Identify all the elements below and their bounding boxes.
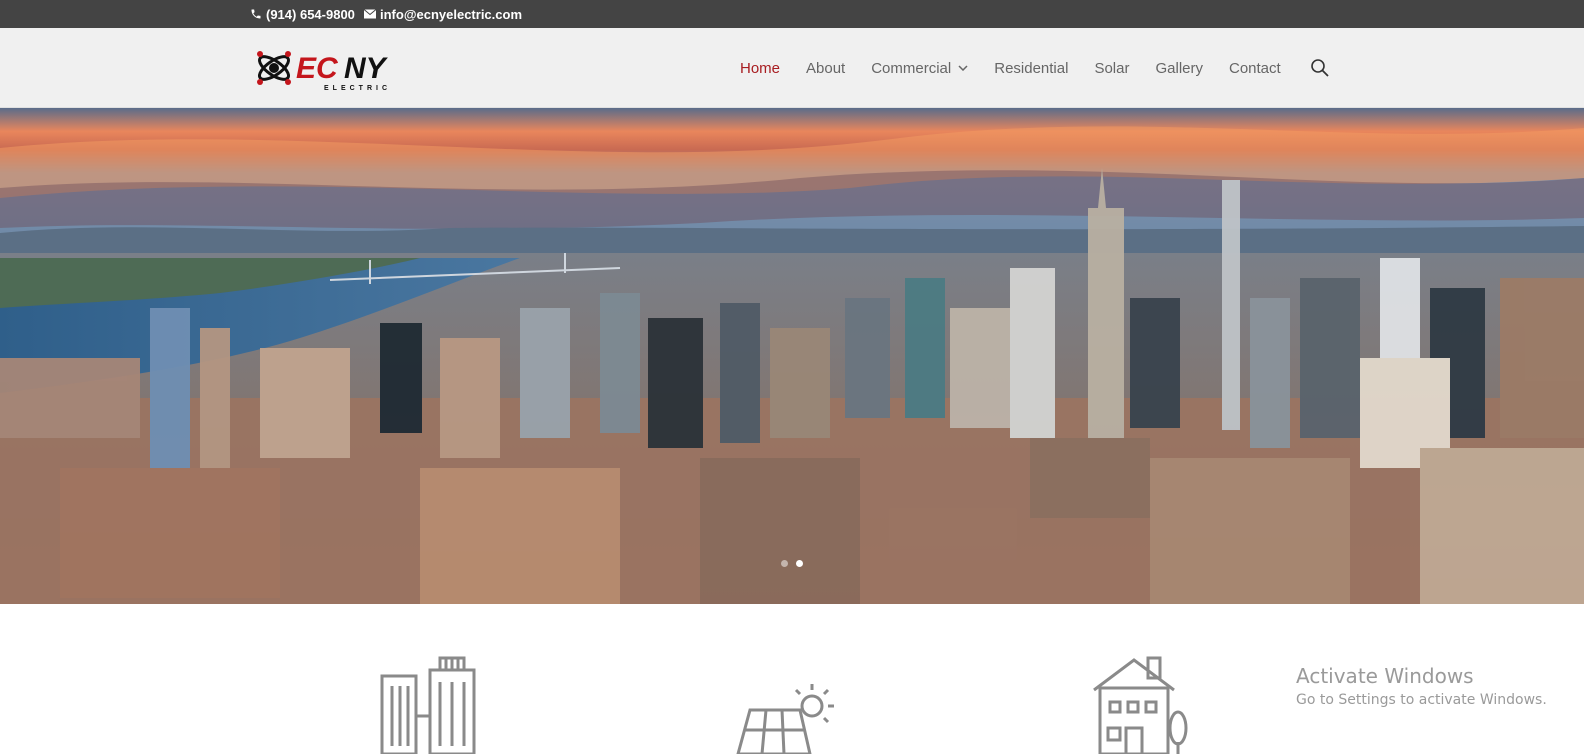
nav-commercial[interactable]: Commercial: [871, 60, 968, 77]
site-header: EC NY ELECTRIC Home About Commercial Res…: [0, 28, 1584, 108]
slider-dot-2[interactable]: [796, 560, 803, 567]
ecny-logo[interactable]: EC NY ELECTRIC: [252, 42, 412, 94]
slider-dot-1[interactable]: [781, 560, 788, 567]
email-link[interactable]: info@ecnyelectric.com: [364, 0, 522, 28]
phone-icon: [251, 9, 261, 19]
nav-residential[interactable]: Residential: [994, 60, 1068, 77]
envelope-icon: [364, 9, 376, 19]
solar-panel-icon[interactable]: [736, 680, 836, 754]
new-york-skyline-image: [0, 108, 1584, 604]
nav-gallery[interactable]: Gallery: [1155, 60, 1203, 77]
phone-number: (914) 654-9800: [266, 6, 355, 22]
watermark-subtitle: Go to Settings to activate Windows.: [1296, 692, 1547, 708]
nav-solar[interactable]: Solar: [1094, 60, 1129, 77]
svg-text:EC: EC: [296, 52, 339, 85]
watermark-title: Activate Windows: [1296, 664, 1474, 688]
nav-commercial-label: Commercial: [871, 59, 952, 77]
main-navigation: Home About Commercial Residential Solar …: [740, 28, 1307, 108]
phone-link[interactable]: (914) 654-9800: [250, 0, 355, 28]
svg-text:NY: NY: [344, 52, 389, 85]
nav-contact[interactable]: Contact: [1229, 60, 1281, 77]
nav-about[interactable]: About: [806, 60, 845, 77]
hero-slider[interactable]: [0, 108, 1584, 604]
top-contact-bar: (914) 654-9800 info@ecnyelectric.com: [0, 0, 1584, 28]
search-icon[interactable]: [1310, 58, 1330, 78]
commercial-building-icon[interactable]: [380, 656, 480, 754]
svg-text:ELECTRIC: ELECTRIC: [324, 85, 391, 92]
ecny-logo-mark: EC NY ELECTRIC: [257, 51, 391, 92]
activate-windows-watermark: Activate Windows Go to Settings to activ…: [1296, 664, 1547, 710]
chevron-down-icon: [958, 65, 968, 71]
nav-home[interactable]: Home: [740, 60, 780, 77]
slider-pagination: [0, 560, 1584, 567]
email-address: info@ecnyelectric.com: [380, 6, 523, 22]
residential-house-icon[interactable]: [1090, 656, 1190, 754]
